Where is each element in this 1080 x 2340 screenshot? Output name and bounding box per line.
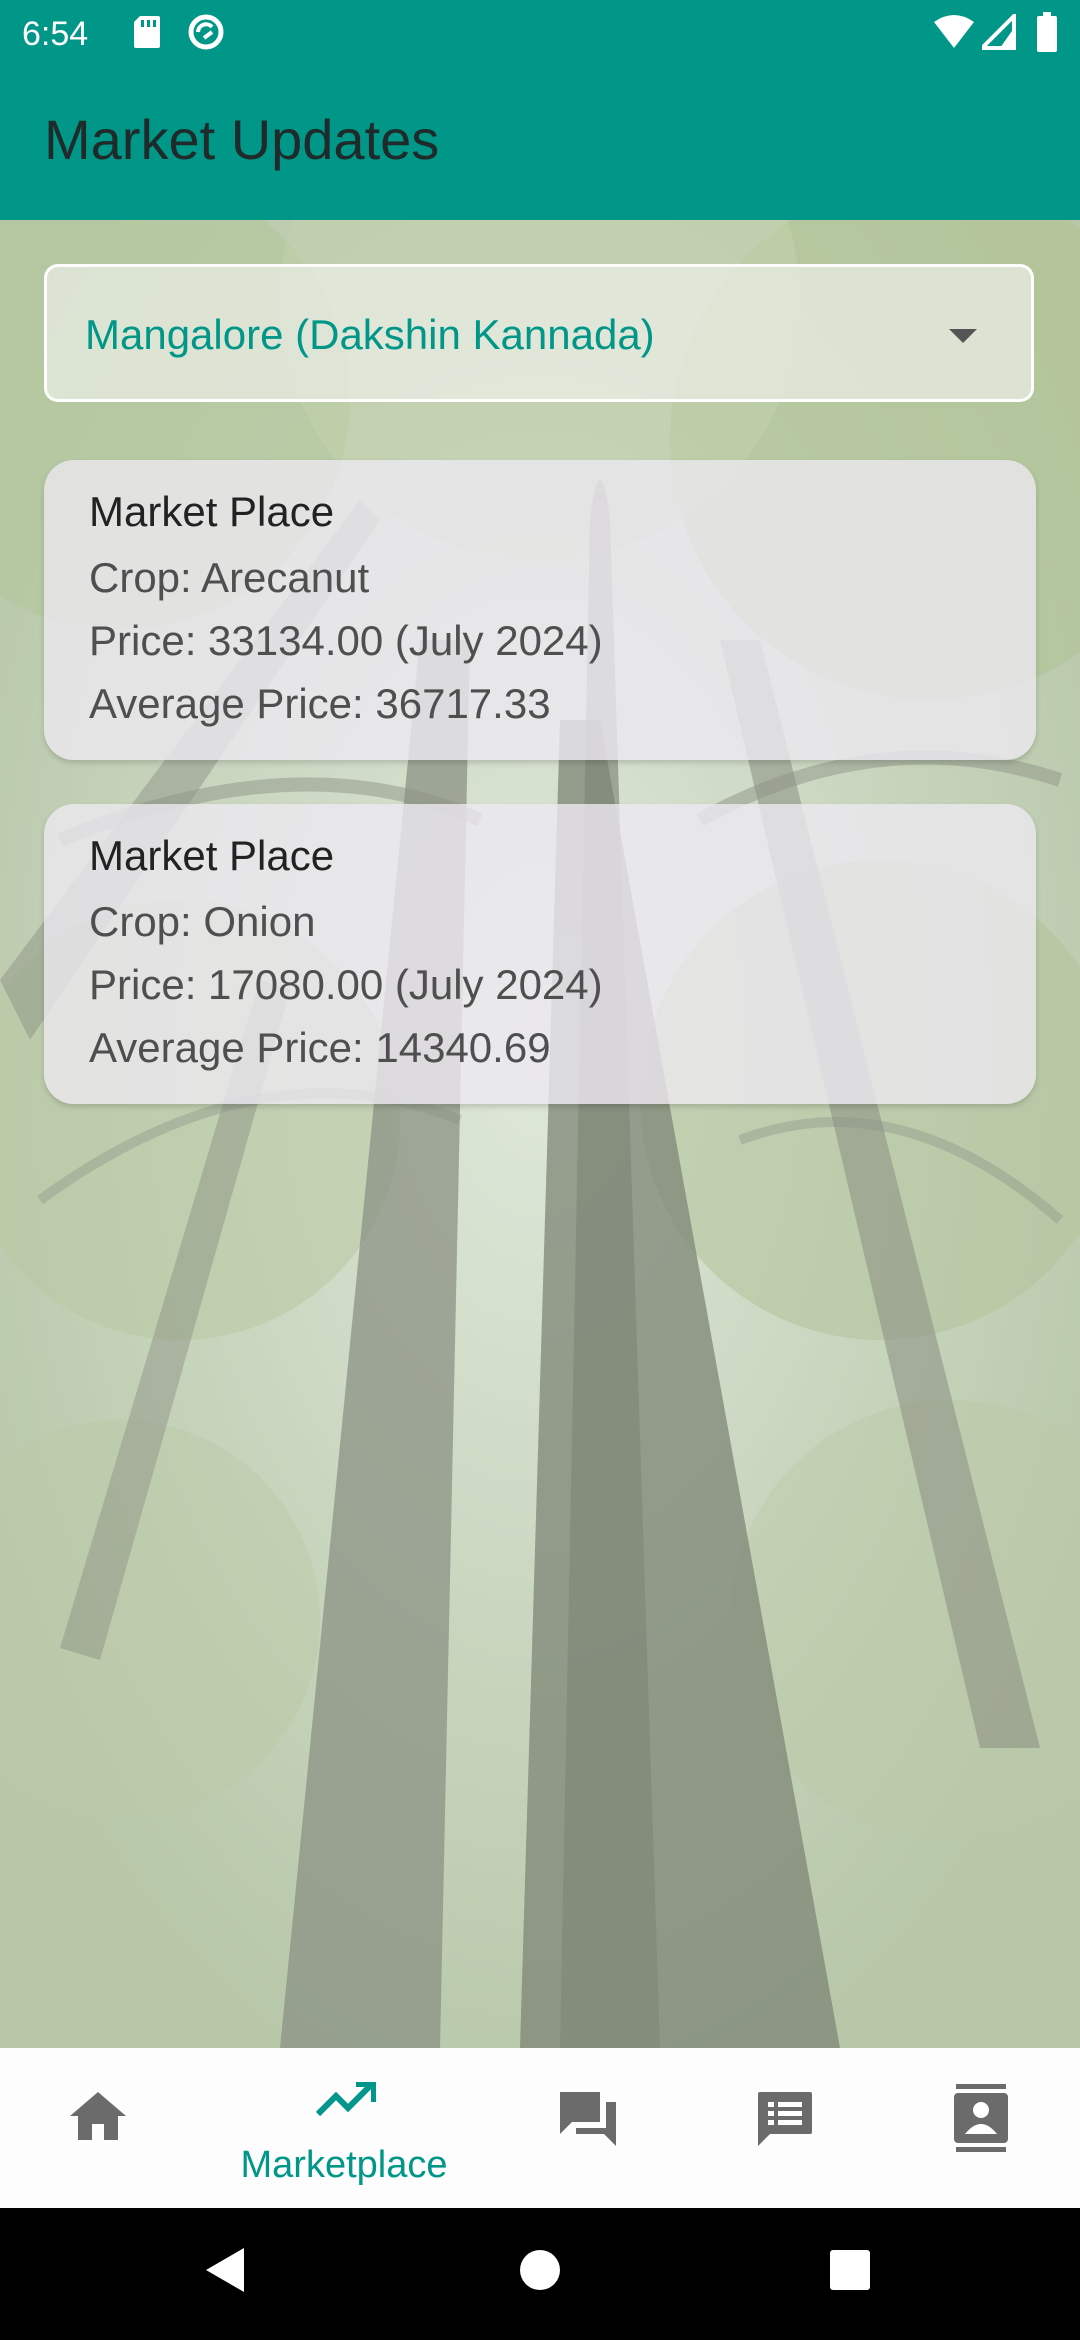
market-card[interactable]: Market Place Crop: Onion Price: 17080.00…	[44, 804, 1036, 1104]
home-icon	[70, 2090, 126, 2145]
wifi-icon	[934, 14, 974, 55]
card-crop: Crop: Arecanut	[89, 554, 370, 601]
recent-apps-icon[interactable]	[828, 2248, 872, 2297]
contact-icon	[952, 2084, 1010, 2157]
forum-icon	[558, 2090, 618, 2151]
dropdown-selected-value: Mangalore (Dakshin Kannada)	[85, 311, 655, 358]
market-location-dropdown[interactable]: Mangalore (Dakshin Kannada)	[44, 264, 1034, 402]
trending-up-icon	[315, 2081, 377, 2123]
dropdown-arrow-icon	[949, 329, 977, 348]
home-circle-icon[interactable]	[518, 2248, 562, 2297]
nav-item-feed[interactable]	[740, 2048, 840, 2208]
bottom-navigation: Marketplace	[0, 2048, 1080, 2208]
app-bar: Market Updates	[0, 70, 1080, 220]
market-card[interactable]: Market Place Crop: Arecanut Price: 33134…	[44, 460, 1036, 760]
card-price: Price: 17080.00 (July 2024)	[89, 961, 603, 1008]
sync-icon	[186, 12, 226, 57]
content-area[interactable]: Mangalore (Dakshin Kannada) Market Place…	[0, 220, 1080, 2048]
screen: 6:54 Market Updates Mangalore (Dakshin K…	[0, 0, 1080, 2340]
card-price: Price: 33134.00 (July 2024)	[89, 617, 603, 664]
nav-item-contacts[interactable]	[940, 2048, 1040, 2208]
status-time: 6:54	[22, 15, 89, 53]
card-title: Market Place	[89, 832, 335, 879]
system-navigation-bar	[0, 2208, 1080, 2340]
card-average-price: Average Price: 14340.69	[89, 1024, 551, 1071]
sd-card-icon	[132, 14, 162, 55]
back-icon[interactable]	[204, 2246, 248, 2299]
card-average-price: Average Price: 36717.33	[89, 680, 551, 727]
status-bar: 6:54	[0, 0, 1080, 70]
page-title: Market Updates	[44, 108, 440, 171]
battery-icon	[1036, 12, 1058, 57]
signal-icon	[977, 11, 1016, 55]
card-crop: Crop: Onion	[89, 898, 316, 945]
nav-item-home[interactable]	[0, 2048, 196, 2208]
nav-item-forum[interactable]	[540, 2048, 640, 2208]
card-title: Market Place	[89, 488, 335, 535]
feed-icon	[756, 2090, 814, 2153]
nav-label-marketplace: Marketplace	[240, 2144, 448, 2186]
nav-item-marketplace[interactable]: Marketplace	[234, 2048, 454, 2208]
